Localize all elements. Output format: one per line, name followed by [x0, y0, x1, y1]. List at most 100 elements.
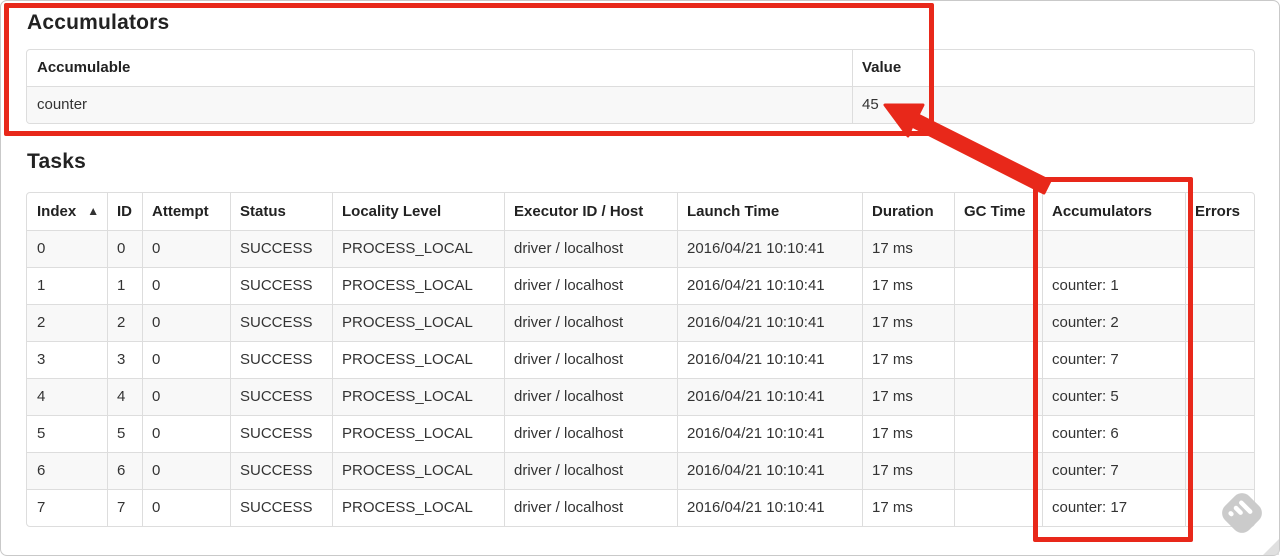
column-header-label: Accumulable — [37, 59, 131, 76]
column-header-launch-time[interactable]: Launch Time — [677, 193, 862, 230]
cell-locality-level: PROCESS_LOCAL — [332, 230, 504, 267]
cell-errors — [1185, 304, 1254, 341]
cell-accumulable: counter — [27, 86, 852, 123]
column-header-executor-id-host[interactable]: Executor ID / Host — [504, 193, 677, 230]
column-header-errors[interactable]: Errors — [1185, 193, 1254, 230]
cell-launch-time: 2016/04/21 10:10:41 — [677, 267, 862, 304]
cell-duration: 17 ms — [862, 415, 954, 452]
table-row: 3 3 0 SUCCESS PROCESS_LOCAL driver / localhos… — [27, 341, 1254, 378]
column-header-attempt[interactable]: Attempt — [142, 193, 230, 230]
cell-index: 2 — [27, 304, 107, 341]
cell-status: SUCCESS — [230, 452, 332, 489]
tasks-table-header: Index ▲ ID Attempt Status Locality Level Execu… — [27, 193, 1254, 230]
cell-launch-time: 2016/04/21 10:10:41 — [677, 230, 862, 267]
cell-locality-level: PROCESS_LOCAL — [332, 378, 504, 415]
accumulators-table-body: counter 45 — [27, 86, 1254, 123]
cell-launch-time: 2016/04/21 10:10:41 — [677, 489, 862, 526]
cell-launch-time: 2016/04/21 10:10:41 — [677, 452, 862, 489]
tasks-table-body: 0 0 0 SUCCESS PROCESS_LOCAL driver / localhos… — [27, 230, 1254, 526]
cell-accumulators: counter: 6 — [1042, 415, 1185, 452]
column-header-label: Launch Time — [687, 202, 780, 220]
cell-accumulators: counter: 1 — [1042, 267, 1185, 304]
browser-page: Accumulators Accumulable Value counter 45 … — [0, 0, 1280, 556]
cell-attempt: 0 — [142, 267, 230, 304]
cell-locality-level: PROCESS_LOCAL — [332, 267, 504, 304]
column-header-accumulators[interactable]: Accumulators — [1042, 193, 1185, 230]
cell-gc-time — [954, 452, 1042, 489]
cell-duration: 17 ms — [862, 378, 954, 415]
cell-executor-id-host: driver / localhost — [504, 341, 677, 378]
cell-locality-level: PROCESS_LOCAL — [332, 489, 504, 526]
column-header-label: Status — [240, 202, 286, 220]
column-header-locality-level[interactable]: Locality Level — [332, 193, 504, 230]
table-row: 7 7 0 SUCCESS PROCESS_LOCAL driver / localhos… — [27, 489, 1254, 526]
cell-launch-time: 2016/04/21 10:10:41 — [677, 304, 862, 341]
cell-executor-id-host: driver / localhost — [504, 489, 677, 526]
cell-duration: 17 ms — [862, 452, 954, 489]
cell-attempt: 0 — [142, 415, 230, 452]
cell-duration: 17 ms — [862, 267, 954, 304]
cell-attempt: 0 — [142, 341, 230, 378]
cell-id: 6 — [107, 452, 142, 489]
column-header-label: Duration — [872, 202, 934, 220]
column-header-label: Errors — [1195, 202, 1241, 220]
cell-executor-id-host: driver / localhost — [504, 304, 677, 341]
column-header-status[interactable]: Status — [230, 193, 332, 230]
cell-executor-id-host: driver / localhost — [504, 267, 677, 304]
cell-index: 7 — [27, 489, 107, 526]
header-row: Index ▲ ID Attempt Status Locality Level Execu… — [27, 193, 1254, 230]
table-row: counter 45 — [27, 86, 1254, 123]
table-row: 4 4 0 SUCCESS PROCESS_LOCAL driver / localhos… — [27, 378, 1254, 415]
cell-index: 1 — [27, 267, 107, 304]
column-header-label: Locality Level — [342, 202, 442, 220]
column-header-duration[interactable]: Duration — [862, 193, 954, 230]
cell-errors — [1185, 489, 1254, 526]
cell-gc-time — [954, 489, 1042, 526]
cell-gc-time — [954, 378, 1042, 415]
cell-gc-time — [954, 304, 1042, 341]
header-row: Accumulable Value — [27, 50, 1254, 86]
cell-index: 6 — [27, 452, 107, 489]
cell-duration: 17 ms — [862, 304, 954, 341]
table-row: 5 5 0 SUCCESS PROCESS_LOCAL driver / localhos… — [27, 415, 1254, 452]
cell-accumulators: counter: 2 — [1042, 304, 1185, 341]
cell-id: 0 — [107, 230, 142, 267]
cell-attempt: 0 — [142, 489, 230, 526]
cell-locality-level: PROCESS_LOCAL — [332, 341, 504, 378]
cell-locality-level: PROCESS_LOCAL — [332, 415, 504, 452]
accumulators-table-header: Accumulable Value — [27, 50, 1254, 86]
table-row: 1 1 0 SUCCESS PROCESS_LOCAL driver / localhos… — [27, 267, 1254, 304]
column-header-label: Executor ID / Host — [514, 202, 644, 220]
column-header-id[interactable]: ID — [107, 193, 142, 230]
cell-launch-time: 2016/04/21 10:10:41 — [677, 341, 862, 378]
column-header-gc-time[interactable]: GC Time — [954, 193, 1042, 230]
cell-locality-level: PROCESS_LOCAL — [332, 304, 504, 341]
cell-gc-time — [954, 415, 1042, 452]
cell-locality-level: PROCESS_LOCAL — [332, 452, 504, 489]
column-header-accumulable: Accumulable — [27, 50, 852, 86]
column-header-value: Value — [852, 50, 1254, 86]
column-header-label: Accumulators — [1052, 202, 1153, 220]
cell-accumulators — [1042, 230, 1185, 267]
cell-id: 5 — [107, 415, 142, 452]
cell-status: SUCCESS — [230, 230, 332, 267]
tasks-section-heading: Tasks — [27, 150, 86, 173]
cell-launch-time: 2016/04/21 10:10:41 — [677, 378, 862, 415]
cell-index: 4 — [27, 378, 107, 415]
cell-accumulators: counter: 5 — [1042, 378, 1185, 415]
column-header-index[interactable]: Index ▲ — [27, 193, 107, 230]
cell-id: 3 — [107, 341, 142, 378]
cell-gc-time — [954, 341, 1042, 378]
accumulators-table: Accumulable Value counter 45 — [26, 49, 1255, 124]
column-header-label: Value — [862, 59, 902, 76]
cell-status: SUCCESS — [230, 341, 332, 378]
column-header-label: GC Time — [964, 202, 1026, 220]
cell-value: 45 — [852, 86, 1254, 123]
cell-status: SUCCESS — [230, 489, 332, 526]
cell-executor-id-host: driver / localhost — [504, 452, 677, 489]
accumulators-section-heading: Accumulators — [27, 11, 170, 34]
cell-errors — [1185, 267, 1254, 304]
cell-gc-time — [954, 230, 1042, 267]
cell-index: 0 — [27, 230, 107, 267]
cell-errors — [1185, 415, 1254, 452]
